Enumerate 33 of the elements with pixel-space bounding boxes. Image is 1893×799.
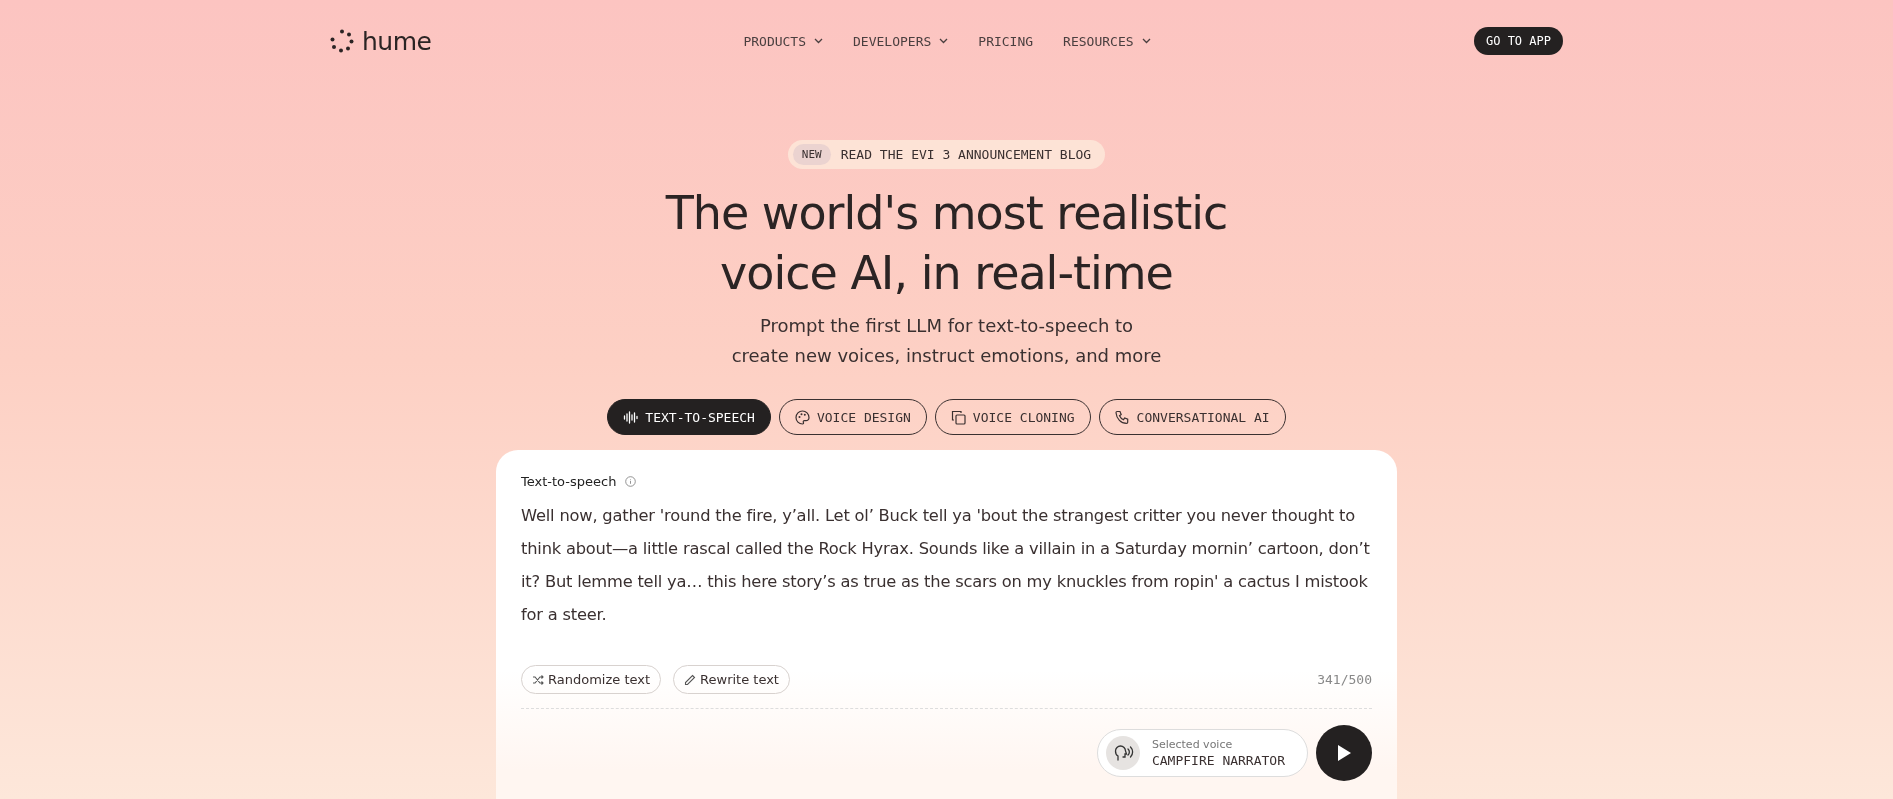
feature-tab[interactable]: TEXT-TO-SPEECH (607, 399, 771, 435)
phone-icon (1114, 409, 1130, 425)
copy-icon (950, 409, 966, 425)
go-to-app-button[interactable]: GO TO APP (1473, 27, 1563, 55)
hero-title: voice AI, in real-time (720, 245, 1173, 302)
hero-subtitle: create new voices, instruct emotions, and more (731, 344, 1162, 368)
card-label: Text-to-speech (521, 474, 617, 489)
voice-name: CAMPFIRE NARRATOR (1151, 753, 1285, 768)
voice-selector[interactable]: Selected voice CAMPFIRE NARRATOR (1096, 729, 1308, 777)
palette-icon (794, 409, 810, 425)
pencil-icon (684, 673, 697, 686)
logo-dots-icon (330, 29, 354, 53)
character-count: 341/500 (1317, 672, 1372, 687)
chevron-down-icon (1141, 38, 1151, 44)
chevron-down-icon (814, 38, 824, 44)
new-badge: NEW (792, 144, 831, 165)
voice-caption: Selected voice (1151, 738, 1234, 751)
hero-title: The world's most realistic (665, 185, 1228, 242)
play-icon (1335, 744, 1352, 762)
nav-link[interactable]: RESOURCES (1063, 33, 1151, 49)
chevron-down-icon (939, 38, 949, 44)
announcement-text: READ THE EVI 3 ANNOUNCEMENT BLOG (840, 147, 1092, 162)
speaking-head-icon (1105, 736, 1140, 770)
announcement-link[interactable]: NEW READ THE EVI 3 ANNOUNCEMENT BLOG (787, 140, 1106, 169)
speech-text-area[interactable]: Well now, gather 'round the fire, y’all. Let ol’ Buck tell ya 'bout the strangest critter you never thought to think about—a little rascal called the Rock Hyrax. Sounds like a villain in a Saturday mornin’ cartoon, don’t it? But lemme tell ya… this here story’s as true as the scars on my knuckles from ropin' a cactus I mistook for a steer. (521, 499, 1372, 639)
waveform-icon (623, 409, 639, 425)
nav-link[interactable]: DEVELOPERS (853, 33, 949, 49)
hero-subtitle: Prompt the first LLM for text-to-speech to (759, 314, 1134, 338)
play-button[interactable] (1316, 725, 1372, 781)
logo-wordmark[interactable]: hume (362, 26, 432, 56)
nav-link[interactable]: PRODUCTS (743, 33, 824, 49)
nav-link[interactable]: PRICING (978, 33, 1034, 49)
shuffle-icon (532, 673, 544, 686)
